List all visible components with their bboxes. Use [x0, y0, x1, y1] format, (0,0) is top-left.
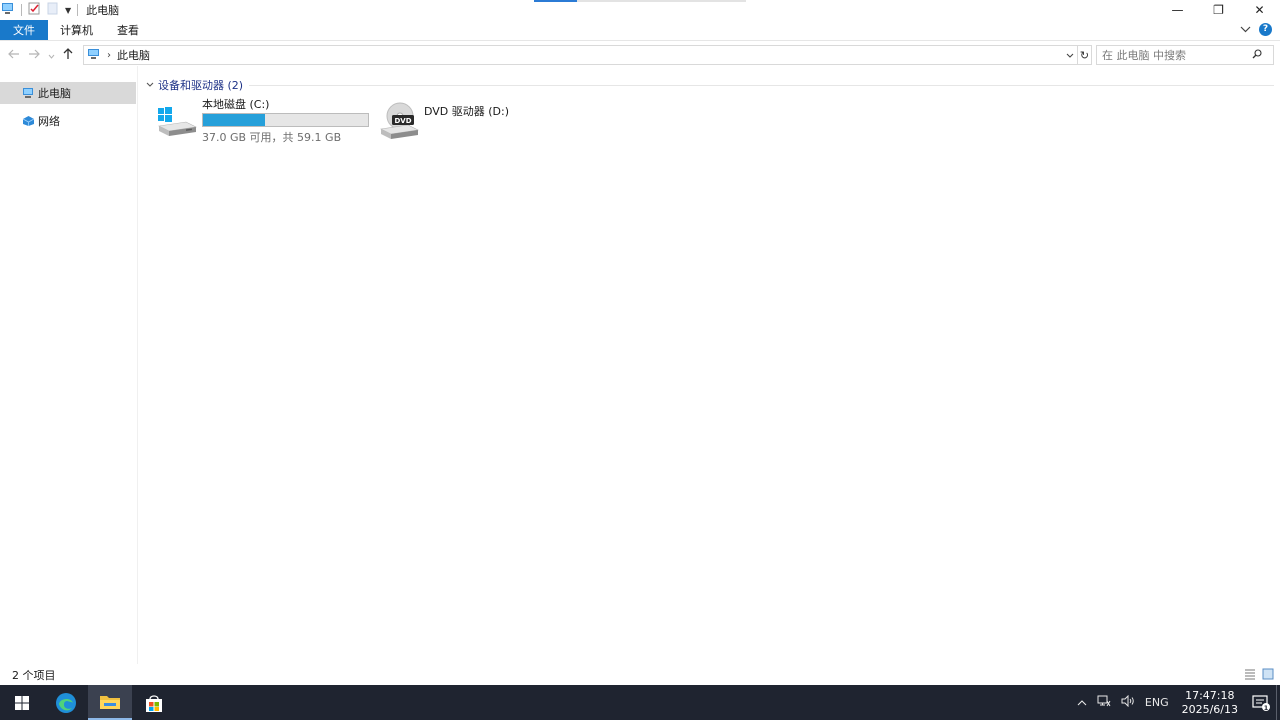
- breadcrumb-this-pc[interactable]: 此电脑: [117, 47, 150, 63]
- refresh-icon: ↻: [1079, 48, 1090, 62]
- network-icon: [22, 116, 35, 126]
- help-button[interactable]: ?: [1259, 22, 1272, 36]
- input-language-indicator[interactable]: ENG: [1145, 696, 1169, 709]
- breadcrumb-chevron-icon[interactable]: ›: [107, 50, 111, 61]
- local-disk-icon: [156, 98, 198, 138]
- nav-item-network[interactable]: 网络: [0, 110, 136, 132]
- window-title: 此电脑: [86, 4, 120, 17]
- nav-item-label: 网络: [38, 115, 60, 128]
- taskbar-edge[interactable]: [44, 685, 88, 720]
- dvd-badge: DVD: [394, 117, 411, 125]
- dvd-drive-icon: DVD: [378, 102, 420, 142]
- tab-computer[interactable]: 计算机: [48, 20, 105, 40]
- volume-icon[interactable]: [1121, 694, 1135, 710]
- taskbar: ENG 17:47:18 2025/6/13 1: [0, 685, 1280, 720]
- drive-name: 本地磁盘 (C:): [202, 98, 270, 111]
- tab-view[interactable]: 查看: [105, 20, 151, 40]
- system-tray: ENG 17:47:18 2025/6/13 1: [1072, 685, 1280, 720]
- content-area: 设备和驱动器 (2) 本地磁盘 (C:) 37.0 GB 可用，共 59.1 G…: [140, 66, 1276, 664]
- file-explorer-icon: [100, 695, 120, 709]
- drive-name: DVD 驱动器 (D:): [424, 105, 510, 118]
- up-arrow-icon[interactable]: [63, 47, 73, 63]
- ribbon-tabs: 文件 计算机 查看 ?: [0, 20, 1280, 41]
- search-box[interactable]: [1096, 45, 1274, 65]
- recent-locations-chevron-icon[interactable]: [48, 48, 55, 62]
- address-bar[interactable]: › 此电脑: [83, 45, 1078, 65]
- status-bar: 2 个项目: [0, 664, 1280, 685]
- group-header-devices-drives[interactable]: 设备和驱动器 (2): [146, 77, 1274, 93]
- navigation-pane: 此电脑 网络: [0, 66, 138, 664]
- taskbar-store[interactable]: [132, 685, 176, 720]
- show-desktop-button[interactable]: [1276, 685, 1280, 720]
- drive-usage-fill: [203, 114, 265, 126]
- notification-icon: 1: [1252, 694, 1270, 711]
- customize-toolbar-dropdown-icon[interactable]: ▼: [65, 6, 71, 15]
- details-view-icon[interactable]: [1244, 668, 1256, 680]
- clock[interactable]: 17:47:18 2025/6/13: [1182, 689, 1238, 717]
- windows-logo-icon: [15, 695, 29, 710]
- nav-item-label: 此电脑: [38, 87, 71, 100]
- this-pc-icon: [23, 88, 33, 98]
- clock-date: 2025/6/13: [1181, 702, 1238, 716]
- tab-file[interactable]: 文件: [0, 20, 48, 40]
- action-center-button[interactable]: 1: [1246, 685, 1276, 720]
- this-pc-icon: [87, 48, 101, 63]
- item-count: 2 个项目: [12, 668, 56, 682]
- clock-time: 17:47:18: [1185, 688, 1235, 702]
- large-icons-view-icon[interactable]: [1262, 668, 1274, 680]
- window-tab-indicator: [534, 0, 746, 2]
- drive-d[interactable]: DVD DVD 驱动器 (D:): [378, 102, 509, 142]
- taskbar-file-explorer[interactable]: [88, 685, 132, 720]
- drive-space-text: 37.0 GB 可用，共 59.1 GB: [202, 131, 342, 144]
- drive-c[interactable]: 本地磁盘 (C:) 37.0 GB 可用，共 59.1 GB: [156, 98, 369, 145]
- start-button[interactable]: [0, 685, 44, 720]
- group-header-label: 设备和驱动器 (2): [158, 79, 244, 92]
- quick-access-toolbar: ▼: [0, 0, 84, 20]
- restore-button[interactable]: ❐: [1198, 0, 1239, 20]
- edge-browser-icon: [56, 692, 76, 713]
- this-pc-icon: [1, 2, 15, 18]
- properties-icon[interactable]: [28, 2, 41, 18]
- network-status-icon[interactable]: [1097, 695, 1111, 710]
- drive-usage-bar: [202, 113, 369, 127]
- close-button[interactable]: ✕: [1239, 0, 1280, 20]
- store-bag-icon: [146, 694, 162, 712]
- new-folder-icon[interactable]: [47, 2, 58, 18]
- nav-item-this-pc[interactable]: 此电脑: [0, 82, 136, 104]
- minimize-button[interactable]: —: [1157, 0, 1198, 20]
- forward-arrow-icon[interactable]: [28, 48, 40, 62]
- search-input[interactable]: [1097, 48, 1252, 62]
- notification-count: 1: [1264, 704, 1269, 711]
- refresh-button[interactable]: ↻: [1078, 45, 1092, 65]
- back-arrow-icon[interactable]: [8, 48, 20, 62]
- show-hidden-icons-chevron-icon[interactable]: [1077, 696, 1087, 709]
- address-history-chevron-icon[interactable]: [1063, 50, 1077, 61]
- window-controls: — ❐ ✕: [1157, 0, 1280, 20]
- expand-ribbon-chevron-icon[interactable]: [1240, 22, 1251, 36]
- title-bar: ▼ 此电脑 — ❐ ✕: [0, 0, 1280, 20]
- search-icon[interactable]: [1252, 48, 1262, 62]
- collapse-chevron-icon[interactable]: [146, 80, 154, 90]
- address-row: › 此电脑 ↻: [0, 44, 1280, 66]
